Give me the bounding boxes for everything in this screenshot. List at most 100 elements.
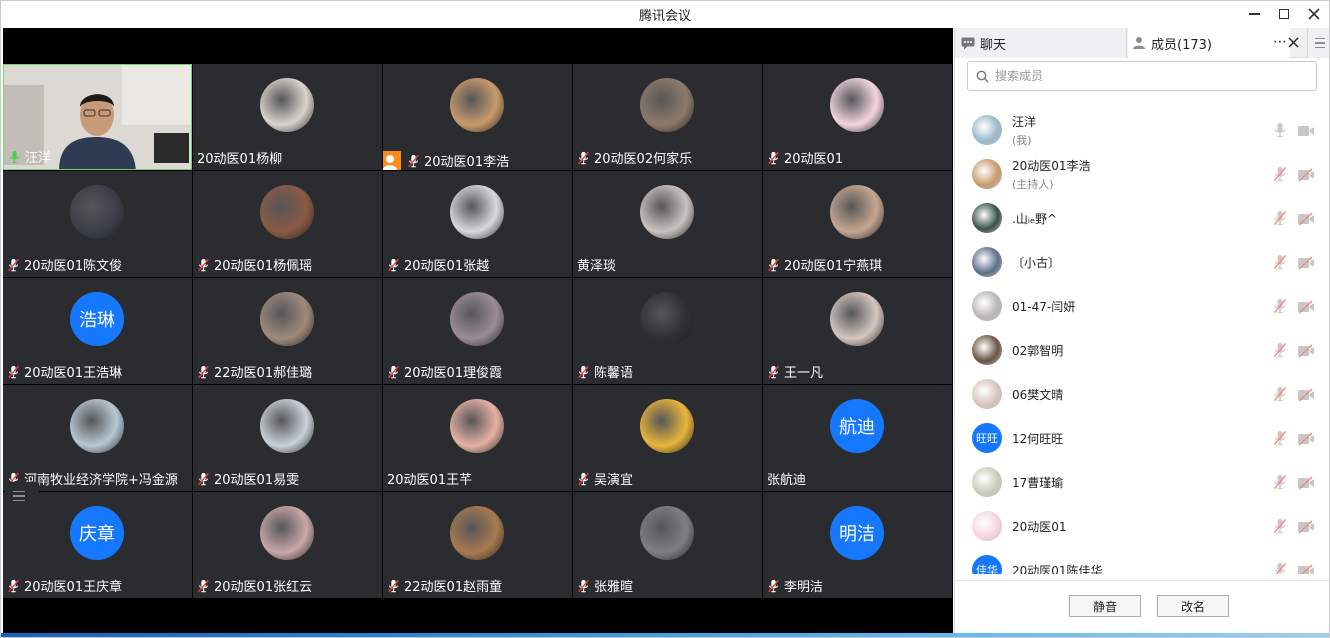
member-row[interactable]: 20动医01李浩 (主持人) [955,152,1329,196]
member-row[interactable]: 02郭智明 [955,328,1329,372]
video-tile[interactable]: 20动医01杨佩瑶 [193,171,382,277]
camera-off-icon[interactable] [1297,387,1315,402]
close-panel-button[interactable] [1286,34,1299,52]
camera-off-icon[interactable] [1297,431,1315,446]
member-row[interactable]: 01-47-闫妍 [955,284,1329,328]
member-row[interactable]: 佳华 20动医01陈佳华 [955,548,1329,574]
member-avatar: 佳华 [972,555,1002,574]
participant-name: 陈馨语 [594,366,634,381]
taskbar-strip [1,633,1329,637]
camera-off-icon[interactable] [1297,343,1315,358]
participant-name: 20动医01 [784,152,844,167]
microphone-muted-icon[interactable] [1273,166,1287,182]
chat-icon [961,37,975,49]
person-icon [1133,37,1145,49]
microphone-muted-icon [7,579,20,593]
participant-label: 20动医01王浩琳 [7,362,122,381]
video-tile[interactable]: 陈馨语 [573,278,762,384]
video-tile[interactable]: 张雅暄 [573,492,762,598]
video-grid: 汪洋 20动医01杨柳 20动医01李浩 20动医02何家乐 20动医01 20动医01陈… [3,64,953,599]
microphone-muted-icon[interactable] [1273,474,1287,490]
microphone-muted-icon[interactable] [1273,254,1287,270]
member-row[interactable]: 汪洋 (我) [955,108,1329,152]
participant-name: 20动医01王芊 [387,473,473,488]
microphone-muted-icon[interactable] [1273,386,1287,402]
maximize-button[interactable] [1272,3,1296,25]
participant-name: 20动医02何家乐 [594,152,693,167]
video-tile[interactable]: 黄泽琰 [573,171,762,277]
microphone-muted-icon[interactable] [1273,518,1287,534]
avatar: 明洁 [830,506,884,560]
video-tile[interactable]: 22动医01郝佳璐 [193,278,382,384]
participant-label: 22动医01赵雨童 [387,576,502,595]
video-tile[interactable]: 20动医01易雯 [193,385,382,491]
mute-all-button[interactable]: 静音 [1069,595,1141,617]
video-tile[interactable]: 浩琳 20动医01王浩琳 [3,278,192,384]
video-tile[interactable]: 20动医01王芊 [383,385,572,491]
participant-name: 22动医01郝佳璐 [214,366,313,381]
tab-chat[interactable]: 聊天 [955,28,1127,58]
camera-off-icon[interactable] [1297,519,1315,534]
panel-menu-button[interactable] [1307,28,1329,58]
camera-off-icon[interactable] [1297,299,1315,314]
participant-name: 20动医01张越 [404,259,490,274]
video-tile[interactable]: 20动医01李浩 [383,64,572,170]
participant-name: 20动医01易雯 [214,473,300,488]
camera-off-icon[interactable] [1297,475,1315,490]
microphone-muted-icon[interactable] [1273,210,1287,226]
microphone-muted-icon[interactable] [1273,430,1287,446]
video-tile[interactable]: 明洁 李明洁 [763,492,952,598]
video-tile[interactable]: 航迪 张航迪 [763,385,952,491]
close-icon [1308,8,1320,20]
window-title: 腾讯会议 [638,9,691,24]
member-row[interactable]: 20动医01 [955,504,1329,548]
video-tile[interactable]: 河南牧业经济学院+冯金源 [3,385,192,491]
participant-label: 汪洋 [8,147,51,166]
video-tile[interactable]: 20动医01宁燕琪 [763,171,952,277]
video-tile[interactable]: 王一凡 [763,278,952,384]
avatar [260,506,314,560]
microphone-icon[interactable] [1273,122,1287,138]
camera-off-icon[interactable] [1297,563,1315,574]
member-avatar [972,247,1002,277]
member-row[interactable]: .山ᵢₑ野^ [955,196,1329,240]
microphone-muted-icon [767,151,780,165]
participant-name: 20动医01杨佩瑶 [214,259,313,274]
video-tile[interactable]: 22动医01赵雨童 [383,492,572,598]
member-row[interactable]: 旺旺 12何旺旺 [955,416,1329,460]
panel-footer: 静音 改名 [955,580,1329,637]
video-tile[interactable]: 汪洋 [3,64,192,170]
video-tile[interactable]: 20动医01杨柳 [193,64,382,170]
video-tile[interactable]: 20动医01 [763,64,952,170]
camera-icon[interactable] [1297,123,1315,137]
member-name: 〔小古〕 [1012,255,1061,270]
tab-members[interactable]: 成员(173) [1128,28,1290,58]
video-tile[interactable]: 20动医01陈文俊 [3,171,192,277]
camera-off-icon[interactable] [1297,255,1315,270]
microphone-muted-icon [577,579,590,593]
camera-off-icon[interactable] [1297,167,1315,182]
camera-off-icon[interactable] [1297,211,1315,226]
microphone-muted-icon[interactable] [1273,562,1287,574]
microphone-muted-icon [577,365,590,379]
participant-label: 20动医01 [767,148,843,167]
video-tile[interactable]: 20动医01张越 [383,171,572,277]
participant-label: 20动医01杨佩瑶 [197,255,312,274]
video-tile[interactable]: 吴演宜 [573,385,762,491]
avatar [830,292,884,346]
microphone-muted-icon[interactable] [1273,342,1287,358]
minimize-button[interactable] [1242,3,1266,25]
rename-button[interactable]: 改名 [1157,595,1229,617]
member-row[interactable]: 〔小古〕 [955,240,1329,284]
video-tile[interactable]: 20动医01张红云 [193,492,382,598]
layout-list-button[interactable] [5,482,39,510]
member-row[interactable]: 17曹瑾瑜 [955,460,1329,504]
participant-label: 吴演宜 [577,469,633,488]
close-window-button[interactable] [1302,3,1326,25]
member-search[interactable] [967,61,1317,91]
microphone-muted-icon[interactable] [1273,298,1287,314]
video-tile[interactable]: 20动医02何家乐 [573,64,762,170]
member-row[interactable]: 06樊文晴 [955,372,1329,416]
search-input[interactable] [995,69,1295,83]
video-tile[interactable]: 20动医01理俊霞 [383,278,572,384]
